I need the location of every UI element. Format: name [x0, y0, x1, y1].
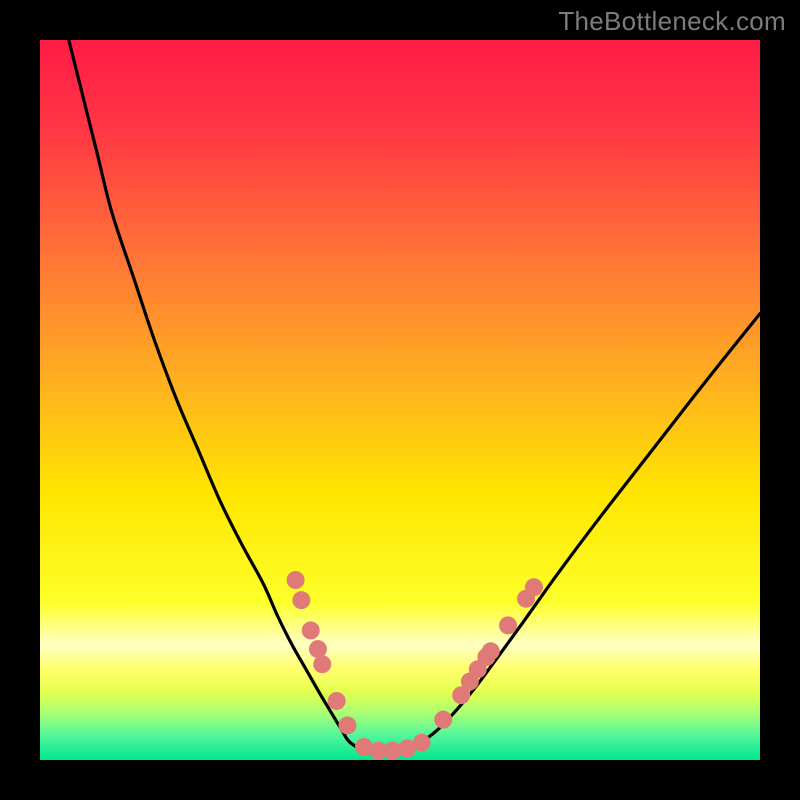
plot-area [40, 40, 760, 760]
chart-frame: TheBottleneck.com [0, 0, 800, 800]
data-point [338, 716, 356, 734]
chart-curves [40, 40, 760, 760]
data-point [434, 711, 452, 729]
data-point [302, 621, 320, 639]
data-point [499, 616, 517, 634]
data-point [292, 591, 310, 609]
watermark-text: TheBottleneck.com [558, 6, 786, 37]
data-point [328, 692, 346, 710]
data-point [482, 642, 500, 660]
bottleneck-curve [69, 40, 760, 755]
data-point [525, 578, 543, 596]
data-point [309, 640, 327, 658]
data-point [287, 571, 305, 589]
data-point [413, 734, 431, 752]
data-point [313, 655, 331, 673]
